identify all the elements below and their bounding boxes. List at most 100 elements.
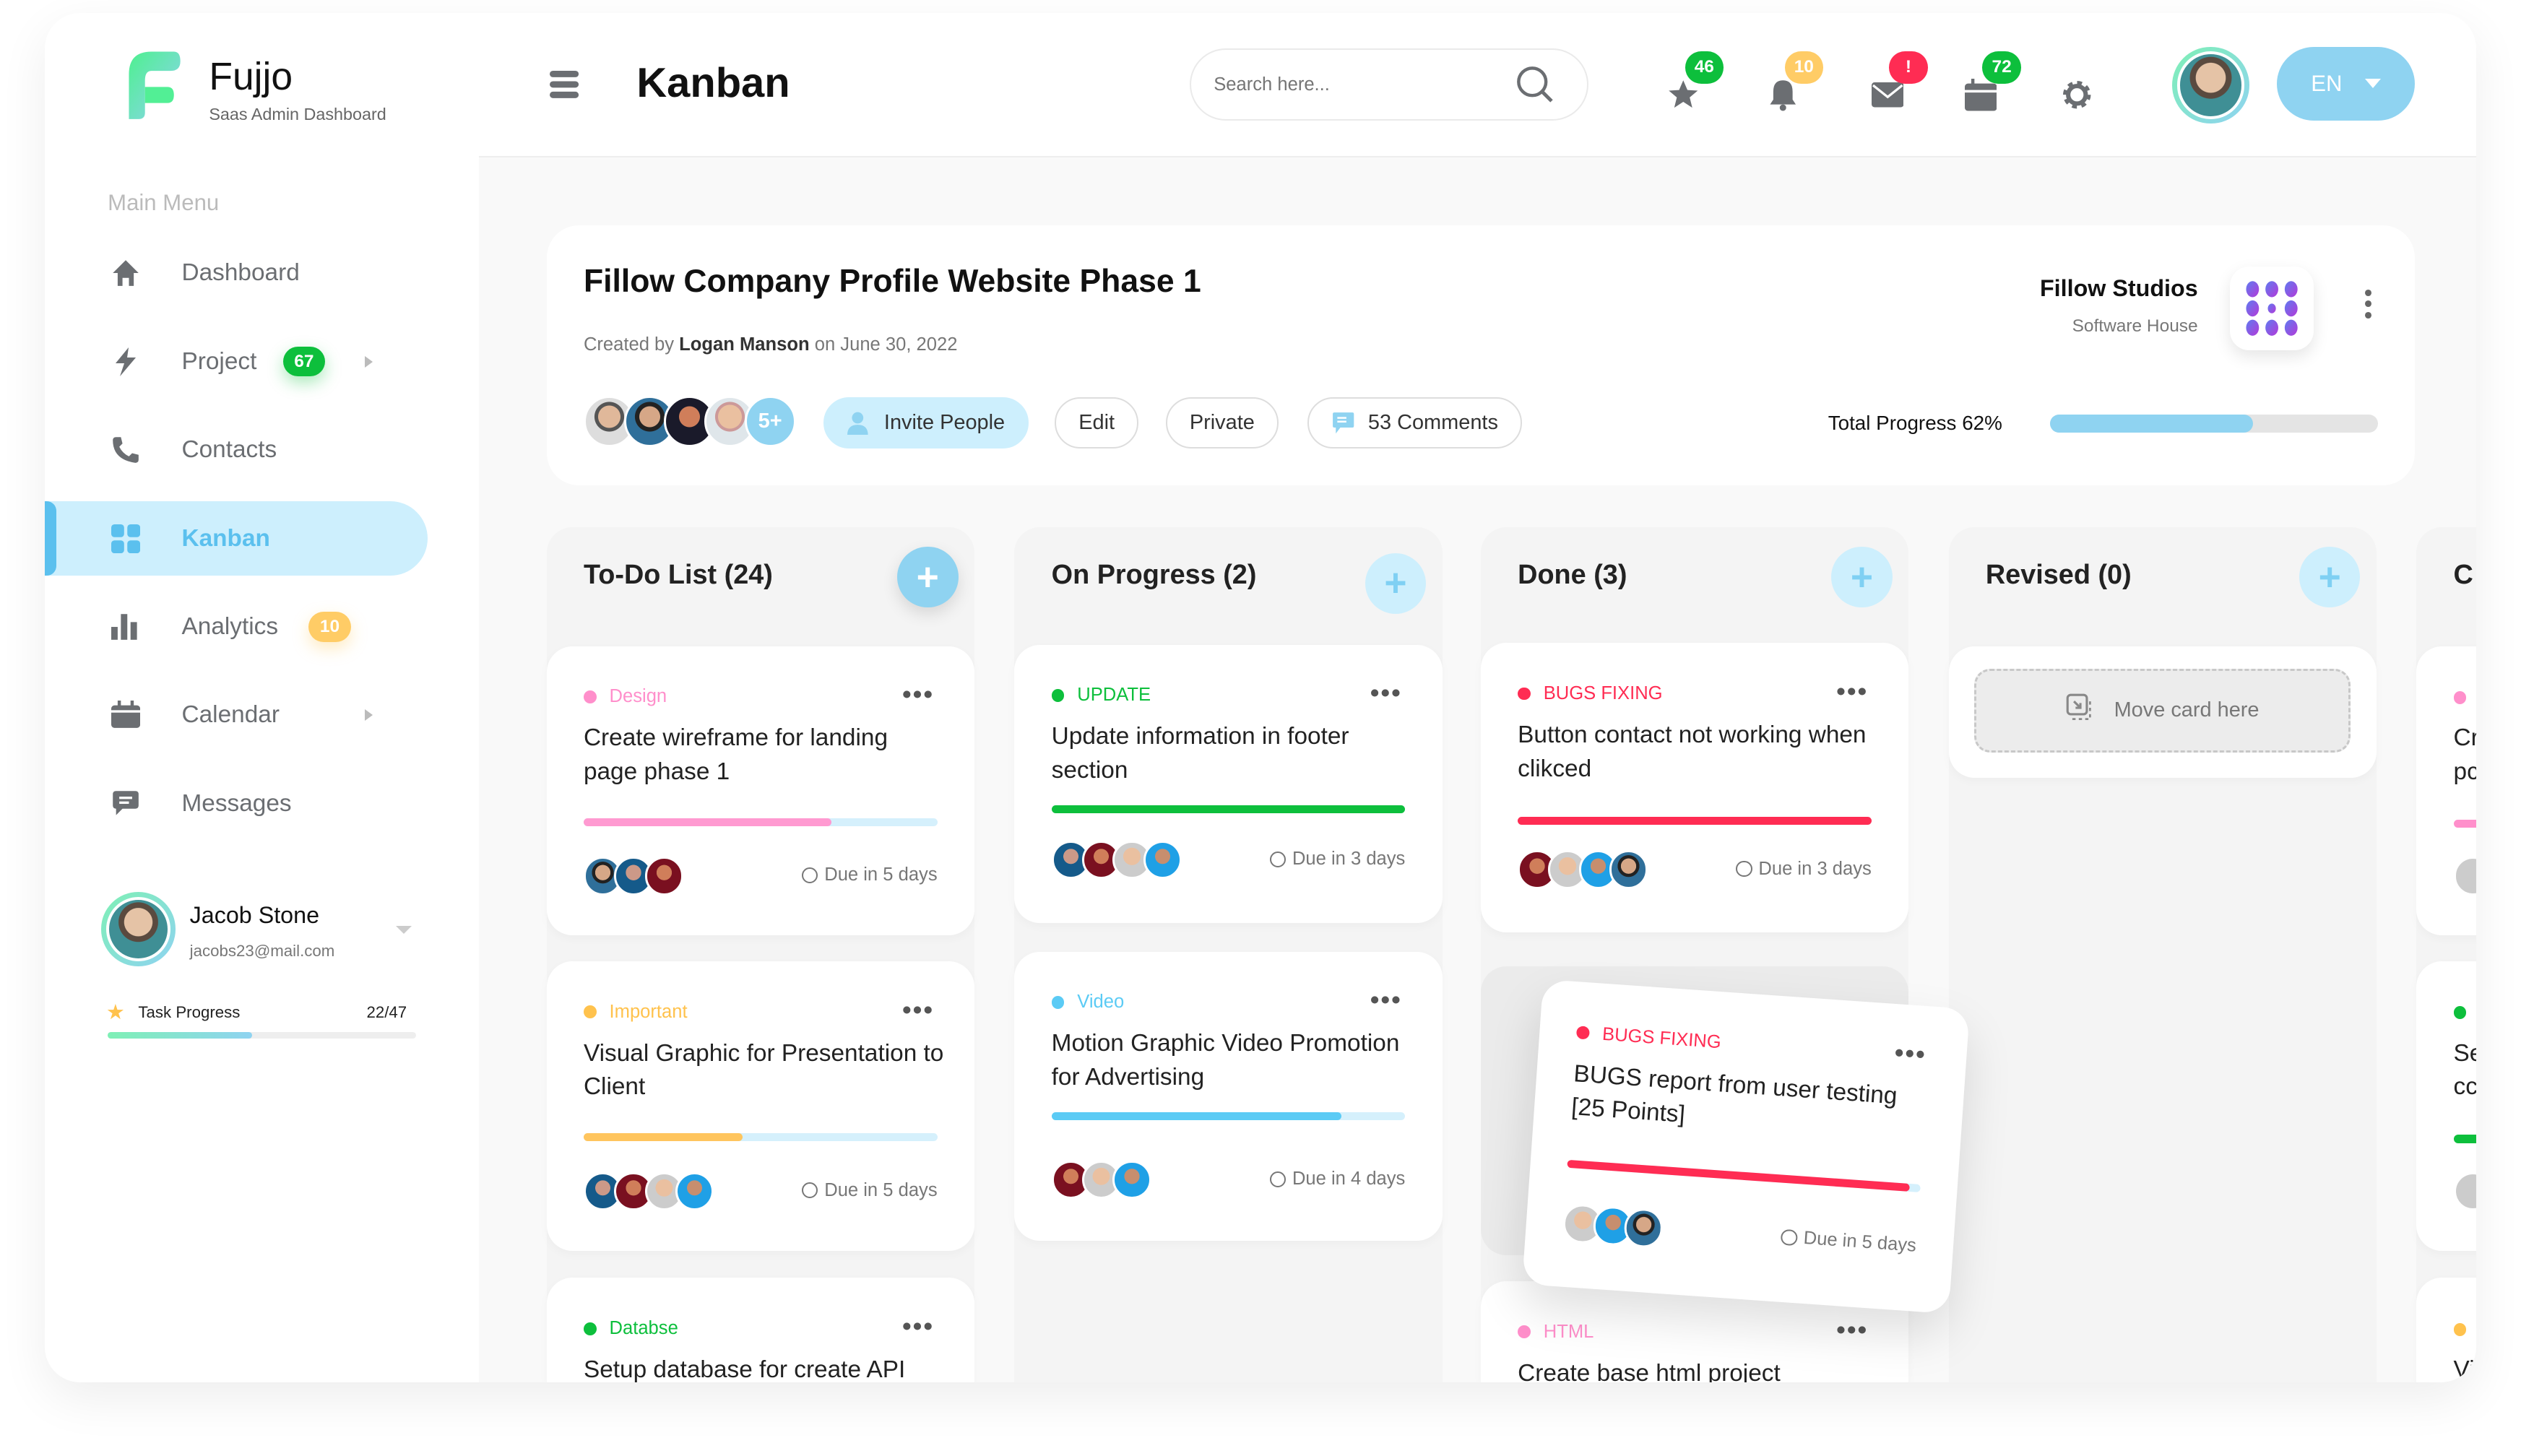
user-avatar[interactable] bbox=[101, 892, 176, 966]
user-menu-caret-icon[interactable] bbox=[395, 926, 412, 935]
favorites-badge: 46 bbox=[1685, 51, 1724, 84]
tag-label: Databse bbox=[609, 1318, 678, 1339]
card-more-icon[interactable]: ••• bbox=[902, 995, 934, 1025]
task-progress-bar bbox=[583, 818, 938, 827]
sidebar-item-label: Kanban bbox=[181, 524, 270, 552]
assignee-avatars[interactable] bbox=[583, 857, 683, 896]
task-tag: BUGS FIXING bbox=[1576, 1021, 1722, 1052]
avatar bbox=[675, 1171, 714, 1210]
chevron-right-icon bbox=[365, 355, 373, 368]
more-members-badge[interactable]: 5+ bbox=[744, 395, 796, 447]
sidebar-item-analytics[interactable]: Analytics 10 bbox=[45, 590, 428, 664]
sidebar-item-label: Messages bbox=[181, 789, 292, 817]
task-card[interactable]: Vi bbox=[2416, 1278, 2476, 1383]
task-card[interactable]: Design ••• Create wireframe for landing pa… bbox=[546, 646, 974, 936]
comments-button[interactable]: 53 Comments bbox=[1307, 396, 1523, 448]
add-card-button[interactable]: + bbox=[896, 546, 959, 608]
task-progress-fill bbox=[1567, 1159, 1911, 1192]
hamburger-menu-icon[interactable] bbox=[550, 70, 579, 98]
avatar bbox=[1112, 1161, 1151, 1200]
total-progress-bar bbox=[2049, 415, 2378, 433]
gear-icon bbox=[2063, 81, 2091, 109]
assignee-avatars[interactable] bbox=[583, 1171, 714, 1210]
clock-icon bbox=[1269, 1171, 1287, 1187]
tag-dot-icon bbox=[1518, 687, 1531, 701]
card-more-icon[interactable]: ••• bbox=[902, 1312, 934, 1341]
due-date: Due in 3 days bbox=[1269, 849, 1405, 870]
project-created-info: Created by Logan Manson on June 30, 2022 bbox=[584, 334, 958, 355]
grid-icon bbox=[109, 522, 142, 555]
search-input[interactable] bbox=[1214, 69, 1503, 101]
invite-label: Invite People bbox=[883, 410, 1006, 434]
settings-button[interactable] bbox=[2059, 77, 2095, 113]
sidebar-item-dashboard[interactable]: Dashboard bbox=[45, 236, 428, 310]
assignee-avatars[interactable] bbox=[1518, 850, 1648, 889]
messages-badge: ! bbox=[1889, 51, 1928, 84]
star-icon bbox=[1669, 80, 1698, 108]
task-progress-bar bbox=[2453, 1135, 2476, 1143]
task-card[interactable]: Video ••• Motion Graphic Video Promotion f… bbox=[1014, 951, 1443, 1242]
assignee-avatars[interactable] bbox=[1051, 841, 1182, 880]
invite-people-button[interactable]: Invite People bbox=[823, 396, 1029, 448]
sidebar-item-project[interactable]: Project 67 bbox=[45, 325, 428, 399]
due-date: Due in 5 days bbox=[802, 1180, 938, 1201]
card-more-icon[interactable]: ••• bbox=[1894, 1037, 1928, 1069]
top-header: Kanban 46 10 ! 72 EN bbox=[479, 12, 2476, 158]
assignee-avatars[interactable] bbox=[1051, 1161, 1151, 1200]
card-more-icon[interactable]: ••• bbox=[1836, 677, 1868, 706]
card-more-icon[interactable]: ••• bbox=[1370, 678, 1402, 708]
project-more-icon[interactable] bbox=[2365, 289, 2372, 318]
task-card[interactable]: BUGS FIXING ••• Button contact not working… bbox=[1480, 643, 1908, 932]
comment-icon bbox=[1332, 412, 1354, 433]
add-card-button[interactable]: + bbox=[1365, 552, 1427, 615]
company-logo bbox=[2230, 266, 2314, 351]
task-card[interactable]: Cr pc bbox=[2416, 646, 2476, 936]
card-more-icon[interactable]: ••• bbox=[902, 680, 934, 709]
edit-button[interactable]: Edit bbox=[1055, 396, 1139, 448]
tag-dot-icon bbox=[583, 690, 597, 703]
task-progress-count: 22/47 bbox=[366, 1002, 407, 1021]
due-label: Due in 5 days bbox=[1803, 1227, 1917, 1256]
member-avatars[interactable]: 5+ bbox=[583, 395, 796, 447]
tag-dot-icon bbox=[1051, 995, 1065, 1009]
add-card-button[interactable]: + bbox=[1831, 546, 1893, 608]
assignee-avatars[interactable] bbox=[1562, 1202, 1664, 1249]
project-author[interactable]: Logan Manson bbox=[679, 334, 809, 355]
card-more-icon[interactable]: ••• bbox=[1370, 985, 1402, 1015]
tag-label: Important bbox=[609, 1001, 688, 1022]
language-select[interactable]: EN bbox=[2276, 46, 2416, 121]
sidebar-item-kanban[interactable]: Kanban bbox=[45, 501, 428, 576]
dragging-task-card[interactable]: BUGS FIXING ••• BUGS report from user test… bbox=[1522, 979, 1971, 1314]
messages-button[interactable]: ! bbox=[1870, 51, 1928, 113]
header-avatar[interactable] bbox=[2172, 46, 2249, 124]
task-progress-fill bbox=[1051, 1112, 1342, 1121]
task-progress-bar bbox=[1051, 1112, 1406, 1121]
add-card-button[interactable]: + bbox=[2299, 546, 2361, 608]
move-card-here-dropzone[interactable]: Move card here bbox=[1974, 668, 2351, 753]
calendar-button[interactable]: 72 bbox=[1963, 51, 2021, 113]
private-button[interactable]: Private bbox=[1165, 396, 1279, 448]
sidebar-item-contacts[interactable]: Contacts bbox=[45, 413, 428, 487]
card-more-icon[interactable]: ••• bbox=[1836, 1315, 1868, 1345]
user-email: jacobs23@mail.com bbox=[189, 942, 335, 961]
task-card[interactable]: Se cc bbox=[2416, 961, 2476, 1251]
task-card[interactable]: Databse ••• Setup database for create API bbox=[546, 1278, 974, 1383]
task-card[interactable]: UPDATE ••• Update information in footer se… bbox=[1014, 644, 1443, 923]
task-title: Motion Graphic Video Promotion for Adver… bbox=[1051, 1030, 1400, 1091]
task-card[interactable]: Important ••• Visual Graphic for Presentat… bbox=[546, 961, 974, 1251]
sidebar-item-calendar[interactable]: Calendar bbox=[45, 678, 428, 752]
sidebar-item-messages[interactable]: Messages bbox=[45, 767, 428, 841]
move-card-icon bbox=[2066, 693, 2095, 728]
notifications-button[interactable]: 10 bbox=[1765, 51, 1823, 113]
company-logo-icon bbox=[2246, 281, 2298, 337]
column-title: To-Do List (24) bbox=[583, 559, 773, 590]
tag-label: UPDATE bbox=[1077, 685, 1151, 706]
favorites-button[interactable]: 46 bbox=[1666, 51, 1724, 113]
task-progress-label: Task Progress bbox=[138, 1002, 241, 1021]
avatar bbox=[2453, 1171, 2476, 1210]
task-title: pc bbox=[2453, 758, 2476, 786]
tag-dot-icon bbox=[1051, 688, 1065, 702]
notifications-badge: 10 bbox=[1784, 51, 1823, 84]
search-icon[interactable] bbox=[1516, 66, 1554, 104]
task-progress-fill bbox=[1051, 805, 1406, 814]
